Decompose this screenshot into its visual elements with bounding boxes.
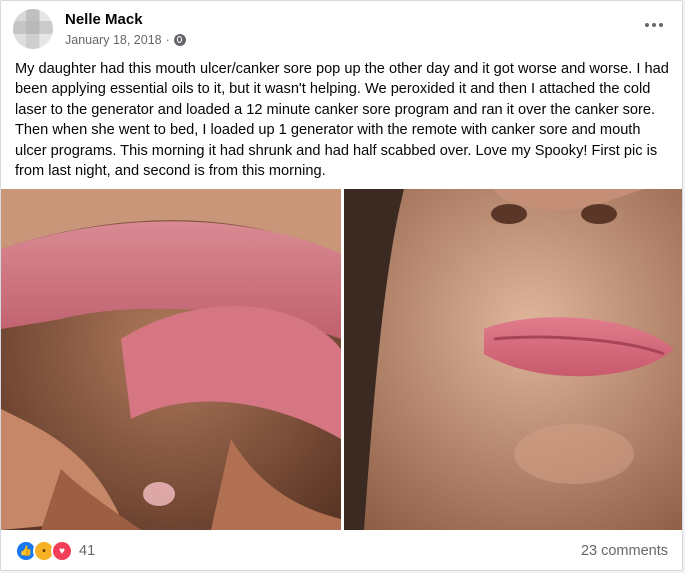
reaction-icons: 👍 • ♥ <box>15 540 73 562</box>
photo-lip-after[interactable] <box>344 189 682 530</box>
post-text: My daughter had this mouth ulcer/canker … <box>15 61 669 180</box>
more-options-button[interactable] <box>640 15 668 35</box>
meta-separator: · <box>165 33 170 47</box>
post-header: Nelle Mack January 18, 2018 · <box>13 9 670 53</box>
reactions-summary[interactable]: 👍 • ♥ 41 <box>15 540 95 562</box>
reaction-count[interactable]: 41 <box>79 543 95 559</box>
globe-icon <box>173 34 186 46</box>
love-icon: ♥ <box>51 540 73 562</box>
post-card: Nelle Mack January 18, 2018 · My daughte… <box>0 0 683 571</box>
author-name[interactable]: Nelle Mack <box>65 11 143 28</box>
post-date[interactable]: January 18, 2018 <box>65 33 162 47</box>
photo-lip-before[interactable] <box>1 189 341 530</box>
comments-count[interactable]: 23 comments <box>581 543 668 559</box>
avatar[interactable] <box>13 9 53 49</box>
post-meta: January 18, 2018 · <box>65 33 186 47</box>
more-options-icon <box>645 23 649 27</box>
post-footer: 👍 • ♥ 41 23 comments <box>15 539 668 563</box>
